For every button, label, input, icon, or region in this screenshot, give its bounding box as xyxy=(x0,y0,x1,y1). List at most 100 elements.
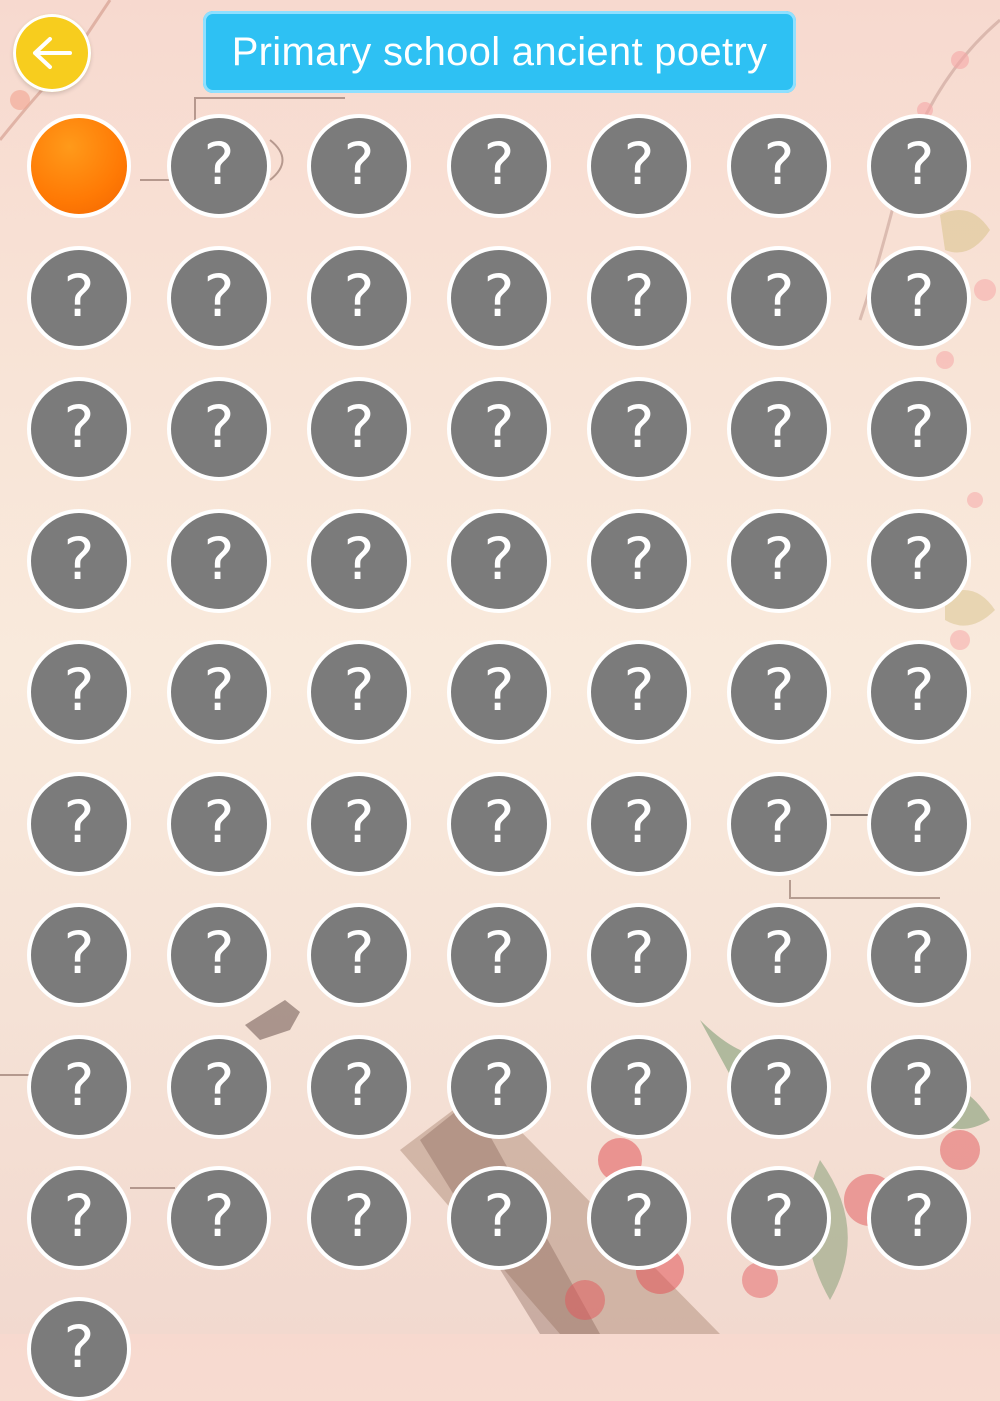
level-button-locked[interactable]: ? xyxy=(587,377,691,481)
level-button-locked[interactable]: ? xyxy=(587,1035,691,1139)
question-mark-icon: ? xyxy=(763,1182,795,1250)
level-button-locked[interactable]: ? xyxy=(27,903,131,1007)
level-button-locked[interactable]: ? xyxy=(447,1035,551,1139)
level-button-locked[interactable]: ? xyxy=(27,246,131,350)
question-mark-icon: ? xyxy=(343,130,375,198)
level-button-locked[interactable]: ? xyxy=(587,903,691,1007)
level-button-locked[interactable]: ? xyxy=(727,1035,831,1139)
question-mark-icon: ? xyxy=(483,919,515,987)
level-button-locked[interactable]: ? xyxy=(587,772,691,876)
level-button-current[interactable] xyxy=(27,114,131,218)
level-button-locked[interactable]: ? xyxy=(587,114,691,218)
level-button-locked[interactable]: ? xyxy=(727,903,831,1007)
level-button-locked[interactable]: ? xyxy=(447,640,551,744)
question-mark-icon: ? xyxy=(763,130,795,198)
level-button-locked[interactable]: ? xyxy=(727,246,831,350)
arrow-left-icon xyxy=(33,37,72,69)
level-button-locked[interactable]: ? xyxy=(167,1166,271,1270)
level-button-locked[interactable]: ? xyxy=(727,377,831,481)
level-button-locked[interactable]: ? xyxy=(867,772,971,876)
level-button-locked[interactable]: ? xyxy=(307,114,411,218)
level-button-locked[interactable]: ? xyxy=(27,1166,131,1270)
level-button-locked[interactable]: ? xyxy=(867,114,971,218)
question-mark-icon: ? xyxy=(483,262,515,330)
level-button-locked[interactable]: ? xyxy=(727,509,831,613)
level-button-locked[interactable]: ? xyxy=(167,509,271,613)
question-mark-icon: ? xyxy=(203,788,235,856)
question-mark-icon: ? xyxy=(63,1313,95,1381)
level-button-locked[interactable]: ? xyxy=(587,640,691,744)
level-button-locked[interactable]: ? xyxy=(447,246,551,350)
level-button-locked[interactable]: ? xyxy=(867,1166,971,1270)
back-button[interactable] xyxy=(13,14,91,92)
level-button-locked[interactable]: ? xyxy=(167,114,271,218)
question-mark-icon: ? xyxy=(623,525,655,593)
question-mark-icon: ? xyxy=(343,788,375,856)
level-button-locked[interactable]: ? xyxy=(167,377,271,481)
level-button-locked[interactable]: ? xyxy=(307,1035,411,1139)
level-button-locked[interactable]: ? xyxy=(867,377,971,481)
level-button-locked[interactable]: ? xyxy=(307,1166,411,1270)
question-mark-icon: ? xyxy=(203,262,235,330)
question-mark-icon: ? xyxy=(343,393,375,461)
level-button-locked[interactable]: ? xyxy=(447,509,551,613)
level-button-locked[interactable]: ? xyxy=(587,509,691,613)
question-mark-icon: ? xyxy=(483,1051,515,1119)
question-mark-icon: ? xyxy=(63,919,95,987)
level-button-locked[interactable]: ? xyxy=(27,509,131,613)
level-button-locked[interactable]: ? xyxy=(867,1035,971,1139)
level-button-locked[interactable]: ? xyxy=(307,903,411,1007)
question-mark-icon: ? xyxy=(483,656,515,724)
level-button-locked[interactable]: ? xyxy=(307,640,411,744)
level-button-locked[interactable]: ? xyxy=(167,640,271,744)
question-mark-icon: ? xyxy=(763,525,795,593)
question-mark-icon: ? xyxy=(203,393,235,461)
level-button-locked[interactable]: ? xyxy=(167,246,271,350)
question-mark-icon: ? xyxy=(903,525,935,593)
question-mark-icon: ? xyxy=(483,525,515,593)
level-button-locked[interactable]: ? xyxy=(867,246,971,350)
level-button-locked[interactable]: ? xyxy=(727,1166,831,1270)
question-mark-icon: ? xyxy=(903,919,935,987)
level-button-locked[interactable]: ? xyxy=(867,903,971,1007)
level-button-locked[interactable]: ? xyxy=(867,640,971,744)
level-button-locked[interactable]: ? xyxy=(27,377,131,481)
question-mark-icon: ? xyxy=(63,393,95,461)
level-button-locked[interactable]: ? xyxy=(167,1035,271,1139)
question-mark-icon: ? xyxy=(623,1051,655,1119)
question-mark-icon: ? xyxy=(63,788,95,856)
level-button-locked[interactable]: ? xyxy=(307,509,411,613)
level-button-locked[interactable]: ? xyxy=(867,509,971,613)
level-button-locked[interactable]: ? xyxy=(307,246,411,350)
level-button-locked[interactable]: ? xyxy=(727,640,831,744)
level-button-locked[interactable]: ? xyxy=(27,772,131,876)
level-button-locked[interactable]: ? xyxy=(727,114,831,218)
level-button-locked[interactable]: ? xyxy=(307,772,411,876)
level-button-locked[interactable]: ? xyxy=(587,1166,691,1270)
question-mark-icon: ? xyxy=(763,1051,795,1119)
question-mark-icon: ? xyxy=(623,130,655,198)
level-button-locked[interactable]: ? xyxy=(447,1166,551,1270)
level-button-locked[interactable]: ? xyxy=(27,1035,131,1139)
question-mark-icon: ? xyxy=(63,656,95,724)
level-button-locked[interactable]: ? xyxy=(167,903,271,1007)
question-mark-icon: ? xyxy=(903,656,935,724)
question-mark-icon: ? xyxy=(623,788,655,856)
question-mark-icon: ? xyxy=(343,656,375,724)
level-button-locked[interactable]: ? xyxy=(587,246,691,350)
level-button-locked[interactable]: ? xyxy=(447,772,551,876)
level-button-locked[interactable]: ? xyxy=(27,640,131,744)
question-mark-icon: ? xyxy=(623,1182,655,1250)
level-button-locked[interactable]: ? xyxy=(447,903,551,1007)
question-mark-icon: ? xyxy=(203,1051,235,1119)
question-mark-icon: ? xyxy=(203,656,235,724)
level-button-locked[interactable]: ? xyxy=(447,114,551,218)
question-mark-icon: ? xyxy=(623,656,655,724)
question-mark-icon: ? xyxy=(483,1182,515,1250)
level-button-locked[interactable]: ? xyxy=(167,772,271,876)
level-button-locked[interactable]: ? xyxy=(307,377,411,481)
level-button-locked[interactable]: ? xyxy=(447,377,551,481)
question-mark-icon: ? xyxy=(763,656,795,724)
level-button-locked[interactable]: ? xyxy=(727,772,831,876)
level-button-locked[interactable]: ? xyxy=(27,1297,131,1401)
